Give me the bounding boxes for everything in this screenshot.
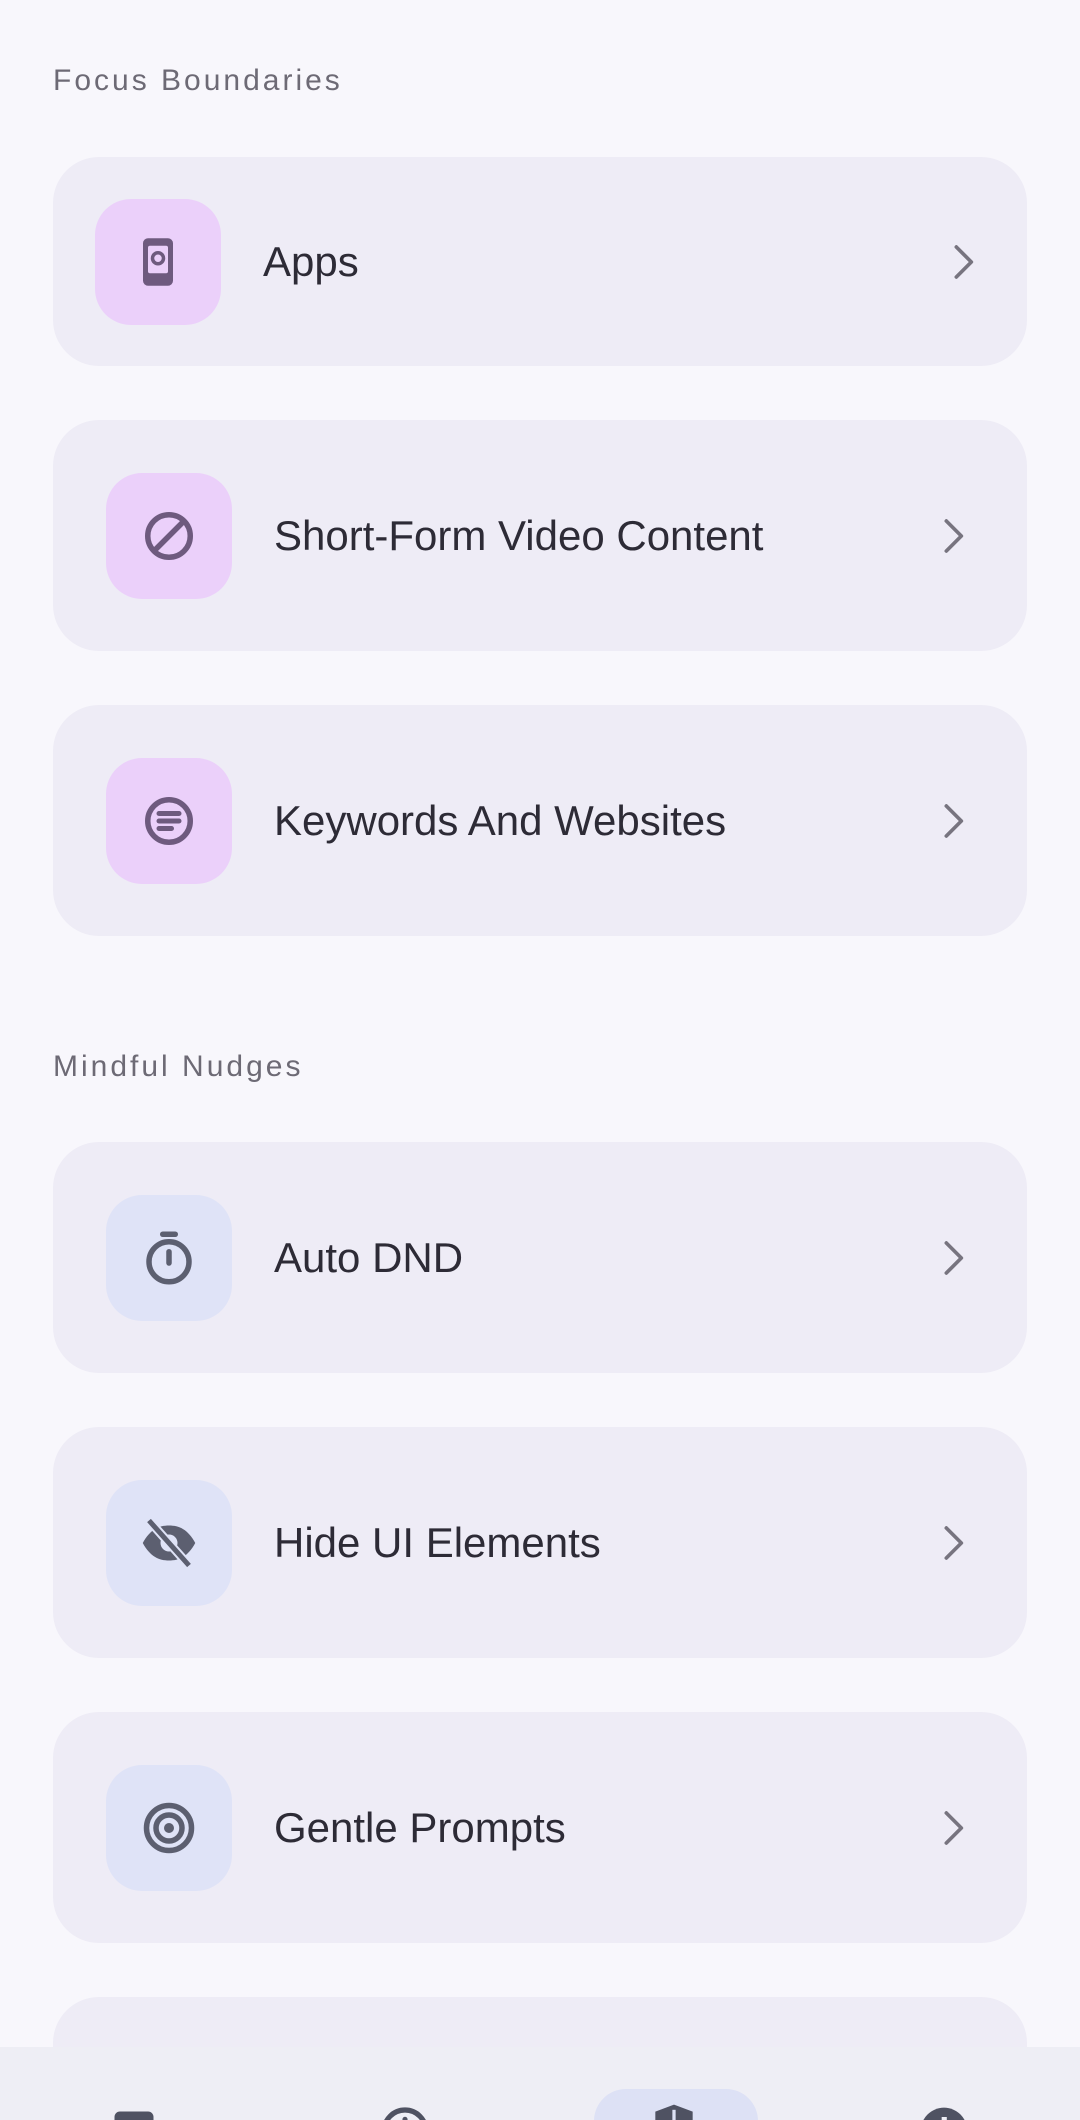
section-title-focus-boundaries: Focus Boundaries — [53, 64, 343, 97]
list-item-gentle-prompts[interactable]: Gentle Prompts — [53, 1712, 1027, 1943]
bottom-nav-bar — [0, 2047, 1080, 2120]
target-icon — [106, 1765, 232, 1891]
eye-off-icon — [106, 1480, 232, 1606]
list-item-auto-dnd[interactable]: Auto DND — [53, 1142, 1027, 1373]
list-item-short-form-video[interactable]: Short-Form Video Content — [53, 420, 1027, 651]
timer-icon — [106, 1195, 232, 1321]
clock-icon[interactable] — [377, 2103, 433, 2120]
chevron-right-icon — [944, 1241, 964, 1275]
chevron-right-icon — [944, 1811, 964, 1845]
list-item-keywords-websites[interactable]: Keywords And Websites — [53, 705, 1027, 936]
section-title-mindful-nudges: Mindful Nudges — [53, 1050, 304, 1083]
chevron-right-icon — [954, 245, 974, 279]
list-item-hide-ui-elements[interactable]: Hide UI Elements — [53, 1427, 1027, 1658]
shield-icon[interactable] — [646, 2100, 702, 2120]
chevron-right-icon — [944, 519, 964, 553]
list-item-label: Gentle Prompts — [274, 1804, 566, 1851]
block-icon — [106, 473, 232, 599]
list-item-label: Apps — [263, 238, 359, 285]
chevron-right-icon — [944, 1526, 964, 1560]
list-item-apps[interactable]: Apps — [53, 157, 1027, 366]
list-item-label: Hide UI Elements — [274, 1519, 601, 1566]
phone-icon — [95, 199, 221, 325]
chevron-right-icon — [944, 804, 964, 838]
info-icon[interactable] — [916, 2103, 972, 2120]
list-item-label: Auto DND — [274, 1234, 464, 1281]
list-item-label: Short-Form Video Content — [274, 512, 764, 559]
list-item-label: Keywords And Websites — [274, 797, 727, 844]
dashboard-icon[interactable] — [108, 2105, 160, 2120]
text-circle-icon — [106, 758, 232, 884]
